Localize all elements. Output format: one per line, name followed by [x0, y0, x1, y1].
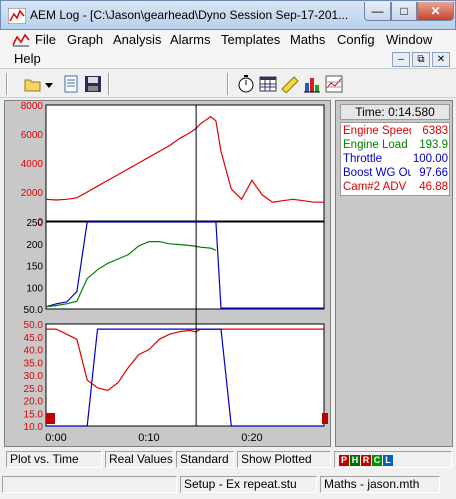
- y-tick-label: 50.0: [24, 305, 44, 316]
- pill-c[interactable]: C: [372, 455, 382, 466]
- menu-file[interactable]: File: [35, 32, 56, 47]
- channel-panel: Time: 0:14.580 Engine Speed 6383 Engine …: [335, 100, 453, 447]
- value-mode-cell[interactable]: Real Values: [105, 451, 173, 468]
- x-tick-label: 0:10: [138, 432, 159, 444]
- mdi-restore-button[interactable]: ⧉: [412, 52, 430, 67]
- channel-row[interactable]: Cam#2 ADV 46.88: [343, 180, 448, 194]
- x-tick-label: 0:00: [45, 432, 66, 444]
- menu-bar: File Graph Analysis Alarms Templates Mat…: [0, 30, 456, 68]
- menu-analysis[interactable]: Analysis: [113, 32, 161, 47]
- dropdown-icon[interactable]: [44, 75, 54, 93]
- mdi-minimize-button[interactable]: ‒: [392, 52, 410, 67]
- x-tick-label: 0:20: [241, 432, 262, 444]
- channel-row[interactable]: Engine Load 193.9: [343, 138, 448, 152]
- pill-r[interactable]: R: [361, 455, 371, 466]
- channel-name: Cam#2 ADV: [343, 181, 407, 193]
- channel-value: 100.00: [412, 153, 448, 165]
- graph-area[interactable]: 8000 6000 4000 2000 0 250 200 150 100 50.0 50.0 45.…: [4, 100, 331, 447]
- y-tick-label: 20.0: [24, 397, 44, 408]
- y-tick-label: 6000: [21, 130, 44, 141]
- maths-file-cell[interactable]: Maths - jason.mth: [320, 476, 440, 493]
- app-icon: [8, 8, 26, 24]
- menu-window[interactable]: Window: [386, 32, 432, 47]
- menu-config[interactable]: Config: [337, 32, 375, 47]
- plot-panel: [45, 104, 325, 222]
- y-tick-label: 10.0: [24, 422, 44, 433]
- channel-value: 6383: [422, 125, 448, 137]
- toolbar: [0, 68, 456, 98]
- y-tick-label: 25.0: [24, 384, 44, 395]
- plot-panel: [45, 323, 325, 427]
- table-icon[interactable]: [259, 75, 277, 93]
- channel-value: 97.66: [419, 167, 448, 179]
- graph-status-bar: Plot vs. Time Real Values Standard Show …: [6, 451, 452, 469]
- graph-canvas[interactable]: 8000600040002000025020015010050.050.045.…: [5, 101, 330, 446]
- y-tick-label: 15.0: [24, 409, 44, 420]
- display-mode-cell[interactable]: Standard: [176, 451, 234, 468]
- app-status-bar: Setup - Ex repeat.stu Maths - jason.mth: [0, 474, 456, 496]
- setup-file-cell[interactable]: Setup - Ex repeat.stu: [180, 476, 317, 493]
- y-tick-label: 35.0: [24, 358, 44, 369]
- channel-name: Throttle: [343, 153, 382, 165]
- toolbar-separator: [227, 73, 229, 95]
- channel-row[interactable]: Boost WG Ou 97.66: [343, 166, 448, 180]
- menu-maths[interactable]: Maths: [290, 32, 325, 47]
- y-tick-label: 8000: [21, 101, 44, 112]
- channel-name: Boost WG Ou: [343, 167, 411, 179]
- y-tick-label: 30.0: [24, 371, 44, 382]
- grid-icon[interactable]: [325, 75, 343, 93]
- menu-templates[interactable]: Templates: [221, 32, 280, 47]
- status-blank-cell: [2, 476, 177, 493]
- pill-h[interactable]: H: [350, 455, 360, 466]
- channel-list: Engine Speed 6383 Engine Load 193.9 Thro…: [340, 122, 450, 196]
- y-tick-label: 2000: [21, 188, 44, 199]
- channel-row[interactable]: Engine Speed 6383: [343, 124, 448, 138]
- show-mode-cell[interactable]: Show Plotted: [237, 451, 331, 468]
- open-icon[interactable]: [24, 75, 42, 93]
- y-tick-label: 250: [26, 218, 43, 229]
- plot-panel: [45, 221, 325, 310]
- ruler-icon[interactable]: [281, 75, 299, 93]
- end-marker: [322, 413, 328, 424]
- y-tick-label: 4000: [21, 159, 44, 170]
- toolbar-separator: [108, 73, 110, 95]
- pill-p[interactable]: P: [339, 455, 349, 466]
- chart-menu-icon[interactable]: [12, 33, 30, 47]
- channel-value: 193.9: [419, 139, 448, 151]
- y-tick-label: 200: [26, 240, 43, 251]
- save-icon[interactable]: [84, 75, 102, 93]
- pill-cell: P H R C L: [334, 451, 452, 468]
- page-icon[interactable]: [62, 75, 80, 93]
- cursor-time: Time: 0:14.580: [340, 104, 450, 120]
- maximize-button[interactable]: □: [391, 2, 417, 21]
- mdi-close-button[interactable]: ✕: [432, 52, 450, 67]
- y-tick-label: 100: [26, 283, 43, 294]
- y-tick-label: 45.0: [24, 333, 44, 344]
- y-tick-label: 40.0: [24, 346, 44, 357]
- menu-alarms[interactable]: Alarms: [170, 32, 210, 47]
- menu-help[interactable]: Help: [14, 51, 41, 66]
- minimize-button[interactable]: —: [364, 2, 391, 21]
- window-title: AEM Log - [C:\Jason\gearhead\Dyno Sessio…: [30, 8, 349, 22]
- close-button[interactable]: ✕: [417, 2, 454, 21]
- y-tick-label: 150: [26, 262, 43, 273]
- plot-mode-cell[interactable]: Plot vs. Time: [6, 451, 102, 468]
- channel-value: 46.88: [419, 181, 448, 193]
- stopwatch-icon[interactable]: [237, 75, 255, 93]
- histogram-icon[interactable]: [303, 75, 321, 93]
- channel-row[interactable]: Throttle 100.00: [343, 152, 448, 166]
- pill-l[interactable]: L: [383, 455, 393, 466]
- start-marker: [46, 413, 55, 424]
- title-bar[interactable]: AEM Log - [C:\Jason\gearhead\Dyno Sessio…: [0, 0, 456, 30]
- channel-name: Engine Speed: [343, 125, 411, 137]
- y-tick-label: 50.0: [24, 320, 44, 331]
- channel-name: Engine Load: [343, 139, 408, 151]
- menu-graph[interactable]: Graph: [67, 32, 103, 47]
- toolbar-separator: [6, 73, 8, 95]
